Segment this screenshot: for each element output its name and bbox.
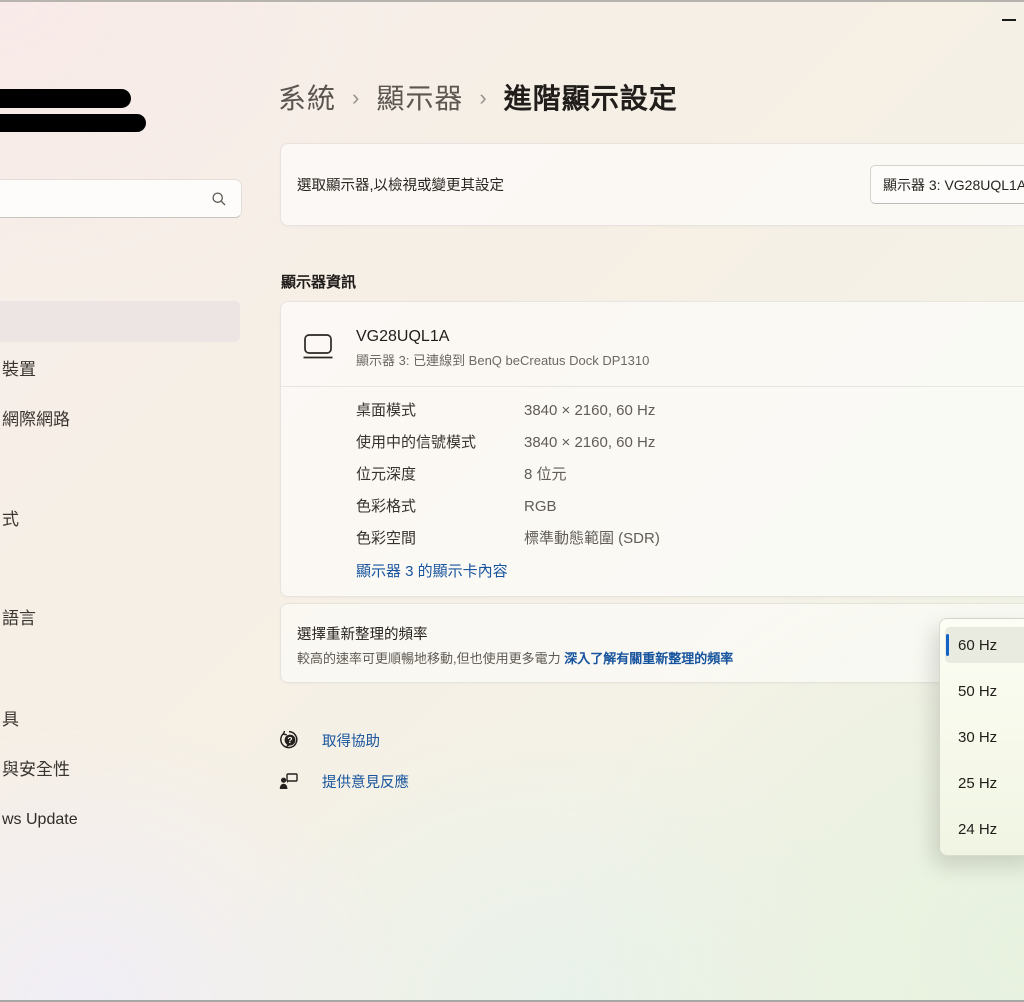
refresh-option-30hz[interactable]: 30 Hz — [945, 719, 1024, 755]
sidebar-item-accessibility[interactable]: 具 — [2, 709, 19, 731]
spec-value-bit-depth: 8 位元 — [524, 466, 567, 483]
display-adapter-properties-link[interactable]: 顯示器 3 的顯示卡內容 — [356, 560, 508, 581]
refresh-rate-learn-more-link[interactable]: 深入了解有關重新整理的頻率 — [564, 651, 733, 666]
feedback-link[interactable]: 提供意見反應 — [322, 771, 409, 792]
spec-label-active-signal-mode: 使用中的信號模式 — [356, 434, 477, 451]
feedback-person-icon — [278, 769, 300, 793]
sidebar-item-windows-update[interactable]: ws Update — [2, 809, 78, 831]
spec-label-bit-depth: 位元深度 — [356, 466, 417, 483]
breadcrumb-display[interactable]: 顯示器 — [376, 77, 463, 117]
search-icon[interactable] — [211, 191, 227, 207]
breadcrumb: 系統 › 顯示器 › 進階顯示設定 — [278, 78, 678, 116]
settings-window: { "window": { "minimize": "minimize" }, … — [0, 0, 1024, 1002]
spec-value-color-space: 標準動態範圍 (SDR) — [524, 530, 660, 547]
refresh-option-25hz[interactable]: 25 Hz — [945, 765, 1024, 801]
feedback-row[interactable]: 提供意見反應 — [278, 769, 409, 793]
spec-label-desktop-mode: 桌面模式 — [356, 402, 417, 419]
minimize-icon — [1002, 19, 1016, 21]
display-info-section-title: 顯示器資訊 — [281, 274, 357, 291]
minimize-button[interactable] — [996, 10, 1022, 30]
redacted-account-email — [0, 114, 146, 132]
monitor-icon — [303, 333, 333, 365]
monitor-name: VG28UQL1A — [356, 328, 450, 345]
chevron-right-icon: › — [352, 85, 361, 110]
get-help-link[interactable]: 取得協助 — [322, 730, 380, 751]
sidebar-item-time-language[interactable]: 語言 — [2, 608, 36, 630]
selected-option-indicator — [946, 634, 949, 656]
display-select-dropdown[interactable]: 顯示器 3: VG28UQL1A — [870, 165, 1024, 204]
refresh-option-60hz[interactable]: 60 Hz — [945, 627, 1024, 663]
sidebar-item-privacy-security[interactable]: 與安全性 — [2, 759, 70, 781]
redacted-account-name — [0, 89, 131, 108]
sidebar-item-apps[interactable]: 式 — [2, 509, 19, 531]
card-divider — [281, 386, 1024, 387]
select-display-label: 選取顯示器,以檢視或變更其設定 — [297, 178, 505, 194]
spec-value-desktop-mode: 3840 × 2160, 60 Hz — [524, 402, 656, 419]
spec-label-color-format: 色彩格式 — [356, 498, 417, 515]
refresh-option-50hz[interactable]: 50 Hz — [945, 673, 1024, 709]
refresh-rate-title: 選擇重新整理的頻率 — [297, 627, 428, 643]
sidebar-item-network-internet[interactable]: 網際網路 — [2, 409, 70, 431]
spec-label-color-space: 色彩空間 — [356, 530, 417, 547]
monitor-status: 顯示器 3: 已連線到 BenQ beCreatus Dock DP1310 — [356, 353, 650, 368]
breadcrumb-system[interactable]: 系統 — [278, 77, 336, 117]
window-top-border — [0, 0, 1024, 2]
svg-text:?: ? — [287, 735, 292, 745]
search-input[interactable] — [0, 179, 242, 218]
spec-value-active-signal-mode: 3840 × 2160, 60 Hz — [524, 434, 656, 451]
chevron-right-icon: › — [479, 85, 488, 110]
sidebar-item-system-selected[interactable] — [0, 301, 240, 342]
get-help-row[interactable]: ? 取得協助 — [278, 728, 380, 752]
page-title: 進階顯示設定 — [503, 83, 678, 114]
sidebar-item-bluetooth-devices[interactable]: 裝置 — [2, 359, 36, 381]
spec-value-color-format: RGB — [524, 498, 557, 515]
help-bubble-icon: ? — [278, 728, 300, 752]
refresh-option-24hz[interactable]: 24 Hz — [945, 811, 1024, 847]
refresh-rate-description: 較高的速率可更順暢地移動,但也使用更多電力 深入了解有關重新整理的頻率 — [297, 648, 733, 667]
refresh-rate-description-text: 較高的速率可更順暢地移動,但也使用更多電力 — [297, 651, 561, 666]
